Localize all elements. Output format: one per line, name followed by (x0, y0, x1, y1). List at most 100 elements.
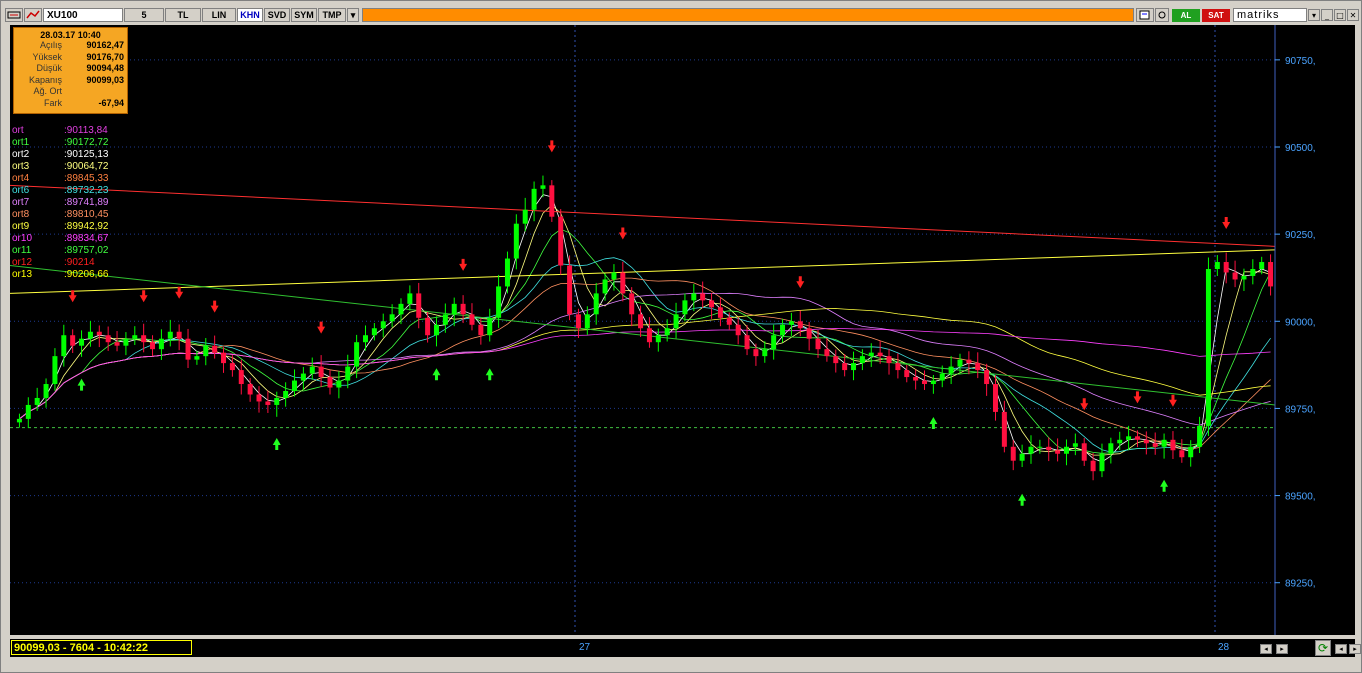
candle-body (859, 356, 865, 364)
candle-body (132, 335, 138, 339)
candle-body (682, 300, 688, 315)
info-value: 90094,48 (86, 63, 124, 73)
candle-body (336, 380, 342, 388)
candle-body (1179, 450, 1185, 458)
sym-button[interactable]: SYM (291, 8, 317, 22)
scroll-left-icon[interactable]: ◂ (1260, 644, 1272, 654)
candle-body (300, 373, 306, 381)
symbol-input[interactable]: XU100 (43, 8, 123, 22)
scroll-right-icon[interactable]: ▸ (1276, 644, 1288, 654)
legend-value: :89845,33 (64, 173, 109, 184)
candle-body (673, 314, 679, 329)
candle-body (797, 321, 803, 329)
legend-name: ort1 (12, 137, 30, 148)
dropdown-arrow-icon[interactable]: ▾ (347, 8, 359, 22)
candle-body (487, 317, 493, 336)
legend-item: ort2:90125,13 (12, 149, 162, 161)
candle-body (1081, 443, 1087, 461)
price-readout: 90099,03 - 7604 - 10:42:22 (11, 640, 192, 655)
candle-body (1010, 446, 1016, 461)
candle-body (1108, 443, 1114, 454)
candle-body (247, 384, 253, 395)
candle-body (1223, 262, 1229, 273)
ohlc-info-box: 28.03.17 10:40 Açılış 90162,47 Yüksek 9017… (13, 27, 128, 114)
sell-signal-arrow (459, 258, 468, 271)
legend-item: ort3:90064,72 (12, 161, 162, 173)
maximize-icon[interactable]: □ (1334, 9, 1346, 21)
candle-body (185, 338, 191, 360)
info-label: Ağ. Ort (33, 86, 62, 96)
chart-type-icon[interactable] (5, 8, 23, 22)
sell-button[interactable]: SAT (1202, 8, 1230, 22)
sell-signal-arrow (1168, 394, 1177, 407)
legend-value: :89741,89 (64, 197, 109, 208)
info-row-low: Düşük 90094,48 (14, 63, 127, 75)
candle-body (87, 331, 93, 339)
y-tick-label: 89500, (1285, 492, 1316, 503)
candle-body (318, 366, 324, 378)
candle-body (904, 370, 910, 378)
candle-body (274, 397, 280, 405)
candle-body (238, 370, 244, 385)
candle-body (451, 303, 457, 315)
candle-body (939, 373, 945, 381)
candle-body (655, 335, 661, 343)
settings-icon[interactable] (1155, 8, 1169, 22)
period-button[interactable]: 5 (124, 8, 164, 22)
candle-body (558, 216, 564, 266)
candle-body (460, 303, 466, 315)
candle-body (221, 352, 227, 364)
buy-signal-arrow (77, 378, 86, 391)
chart-canvas[interactable]: 90750, 90500, 90250, 90000, 89750, 89500, 8925… (10, 25, 1355, 635)
y-tick-label: 90000, (1285, 317, 1316, 328)
page-right-icon[interactable]: ▸ (1349, 644, 1361, 654)
khn-button[interactable]: KHN (237, 8, 263, 22)
info-row-change: Fark -67,94 (14, 98, 127, 110)
sell-signal-arrow (547, 140, 556, 153)
candle-body (309, 366, 315, 374)
tmp-button[interactable]: TMP (318, 8, 346, 22)
candle-body (513, 223, 519, 259)
y-tick-label: 89750, (1285, 404, 1316, 415)
candle-body (1028, 446, 1034, 454)
minimize-icon[interactable]: _ (1321, 9, 1333, 21)
edit-icon[interactable] (1136, 8, 1154, 22)
candle-body (25, 404, 31, 419)
brand-logo: matriks (1233, 8, 1307, 22)
candle-body (504, 258, 510, 287)
legend-name: or11 (12, 245, 32, 256)
candle-body (167, 331, 173, 339)
tl-button[interactable]: TL (165, 8, 201, 22)
legend-name: or10 (12, 233, 33, 244)
candle-body (788, 321, 794, 325)
candle-body (726, 317, 732, 325)
candle-body (531, 188, 537, 210)
legend-item: or12:90214 (12, 257, 162, 269)
indicator-icon[interactable] (24, 8, 42, 22)
candle-body (984, 370, 990, 385)
candle-body (842, 363, 848, 371)
svd-button[interactable]: SVD (264, 8, 290, 22)
page-left-icon[interactable]: ◂ (1335, 644, 1347, 654)
info-row-close: Kapanış 90099,03 (14, 75, 127, 87)
day-label-28: 28 (1218, 642, 1230, 653)
candle-body (895, 363, 901, 371)
candle-body (442, 314, 448, 325)
info-label: Düşük (36, 63, 62, 73)
candle-body (1072, 443, 1078, 447)
lin-button[interactable]: LIN (202, 8, 236, 22)
price-chart[interactable]: 90750, 90500, 90250, 90000, 89750, 89500, 8925… (10, 25, 1355, 635)
candle-body (567, 265, 573, 315)
candle-body (158, 338, 164, 350)
candle-body (105, 335, 111, 343)
refresh-icon[interactable]: ⟳ (1315, 640, 1331, 656)
buy-button[interactable]: AL (1172, 8, 1200, 22)
candle-body (1197, 425, 1203, 447)
candle-body (611, 272, 617, 280)
status-bar: 90099,03 - 7604 - 10:42:22 27 28 ◂ ▸ ⟳ ◂… (10, 639, 1361, 657)
candle-body (664, 328, 670, 336)
candle-body (1055, 450, 1061, 454)
menu-arrow-icon[interactable]: ▾ (1308, 9, 1320, 21)
legend-value: :90206,66 (64, 269, 109, 280)
close-icon[interactable]: ✕ (1347, 9, 1359, 21)
